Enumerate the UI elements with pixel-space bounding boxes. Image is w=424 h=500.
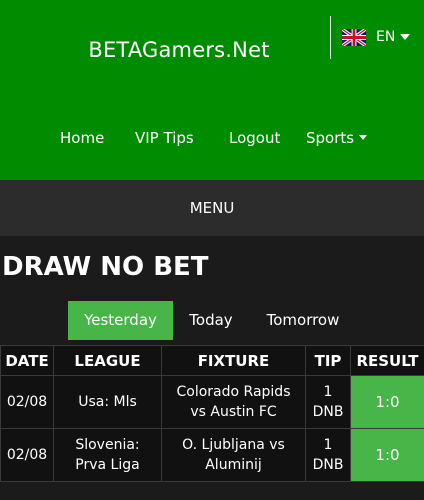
cell-fixture: O. Ljubljana vs Aluminij — [161, 428, 306, 482]
page-title: DRAW NO BET — [2, 252, 209, 282]
cell-result: 1:0 — [350, 428, 424, 482]
cell-result: 1:0 — [350, 375, 424, 429]
league-line-1: Slovenia: — [75, 437, 140, 453]
tab-tomorrow[interactable]: Tomorrow — [256, 301, 350, 340]
cell-fixture: Colorado Rapids vs Austin FC — [161, 375, 306, 429]
language-selector[interactable]: EN — [342, 28, 411, 46]
language-code: EN — [376, 29, 396, 45]
fixture-away: vs Austin FC — [190, 404, 277, 420]
menu-label: MENU — [189, 199, 235, 217]
tip-line-1: 1 — [323, 437, 333, 453]
cell-league: Slovenia: Prva Liga — [53, 428, 162, 482]
nav-home[interactable]: Home — [60, 129, 104, 147]
table-row: 02/08 Usa: Mls Colorado Rapids vs Austin … — [0, 375, 424, 429]
cell-tip: 1 DNB — [305, 428, 351, 482]
fixture-away: Aluminij — [205, 457, 262, 473]
cell-league: Usa: Mls — [53, 375, 162, 429]
column-header-date: DATE — [0, 345, 54, 376]
nav-sports[interactable]: Sports — [306, 129, 368, 147]
tip-line-2: DNB — [312, 404, 344, 420]
site-header: BETAGamers.Net EN Home VIP Tips Logout S… — [0, 0, 424, 180]
fixture-home: Colorado Rapids — [176, 384, 291, 400]
tip-line-1: 1 — [323, 384, 333, 400]
tip-line-2: DNB — [312, 457, 344, 473]
tab-yesterday[interactable]: Yesterday — [68, 301, 173, 340]
tips-table: DATE LEAGUE FIXTURE TIP RESULT 02/08 Usa… — [0, 345, 424, 482]
column-header-fixture: FIXTURE — [161, 345, 306, 376]
menu-bar[interactable]: MENU — [0, 180, 424, 236]
league-line-2: Prva Liga — [75, 457, 140, 473]
column-header-result: RESULT — [350, 345, 424, 376]
main-nav: Home VIP Tips Logout Sports — [0, 129, 424, 151]
nav-sports-label: Sports — [306, 129, 355, 147]
column-header-league: LEAGUE — [53, 345, 162, 376]
fixture-home: O. Ljubljana vs — [182, 437, 285, 453]
table-header-row: DATE LEAGUE FIXTURE TIP RESULT — [0, 345, 424, 376]
column-header-tip: TIP — [305, 345, 351, 376]
caret-down-icon — [359, 135, 368, 140]
cell-tip: 1 DNB — [305, 375, 351, 429]
brand-logo-text[interactable]: BETAGamers.Net — [0, 38, 358, 62]
header-divider — [330, 16, 331, 59]
uk-flag-icon — [342, 28, 366, 46]
nav-logout[interactable]: Logout — [229, 129, 280, 147]
cell-date: 02/08 — [0, 428, 54, 482]
cell-date: 02/08 — [0, 375, 54, 429]
chevron-down-icon — [400, 34, 411, 40]
tab-today[interactable]: Today — [180, 301, 242, 340]
table-row: 02/08 Slovenia: Prva Liga O. Ljubljana vs… — [0, 428, 424, 482]
nav-vip-tips[interactable]: VIP Tips — [135, 129, 194, 147]
